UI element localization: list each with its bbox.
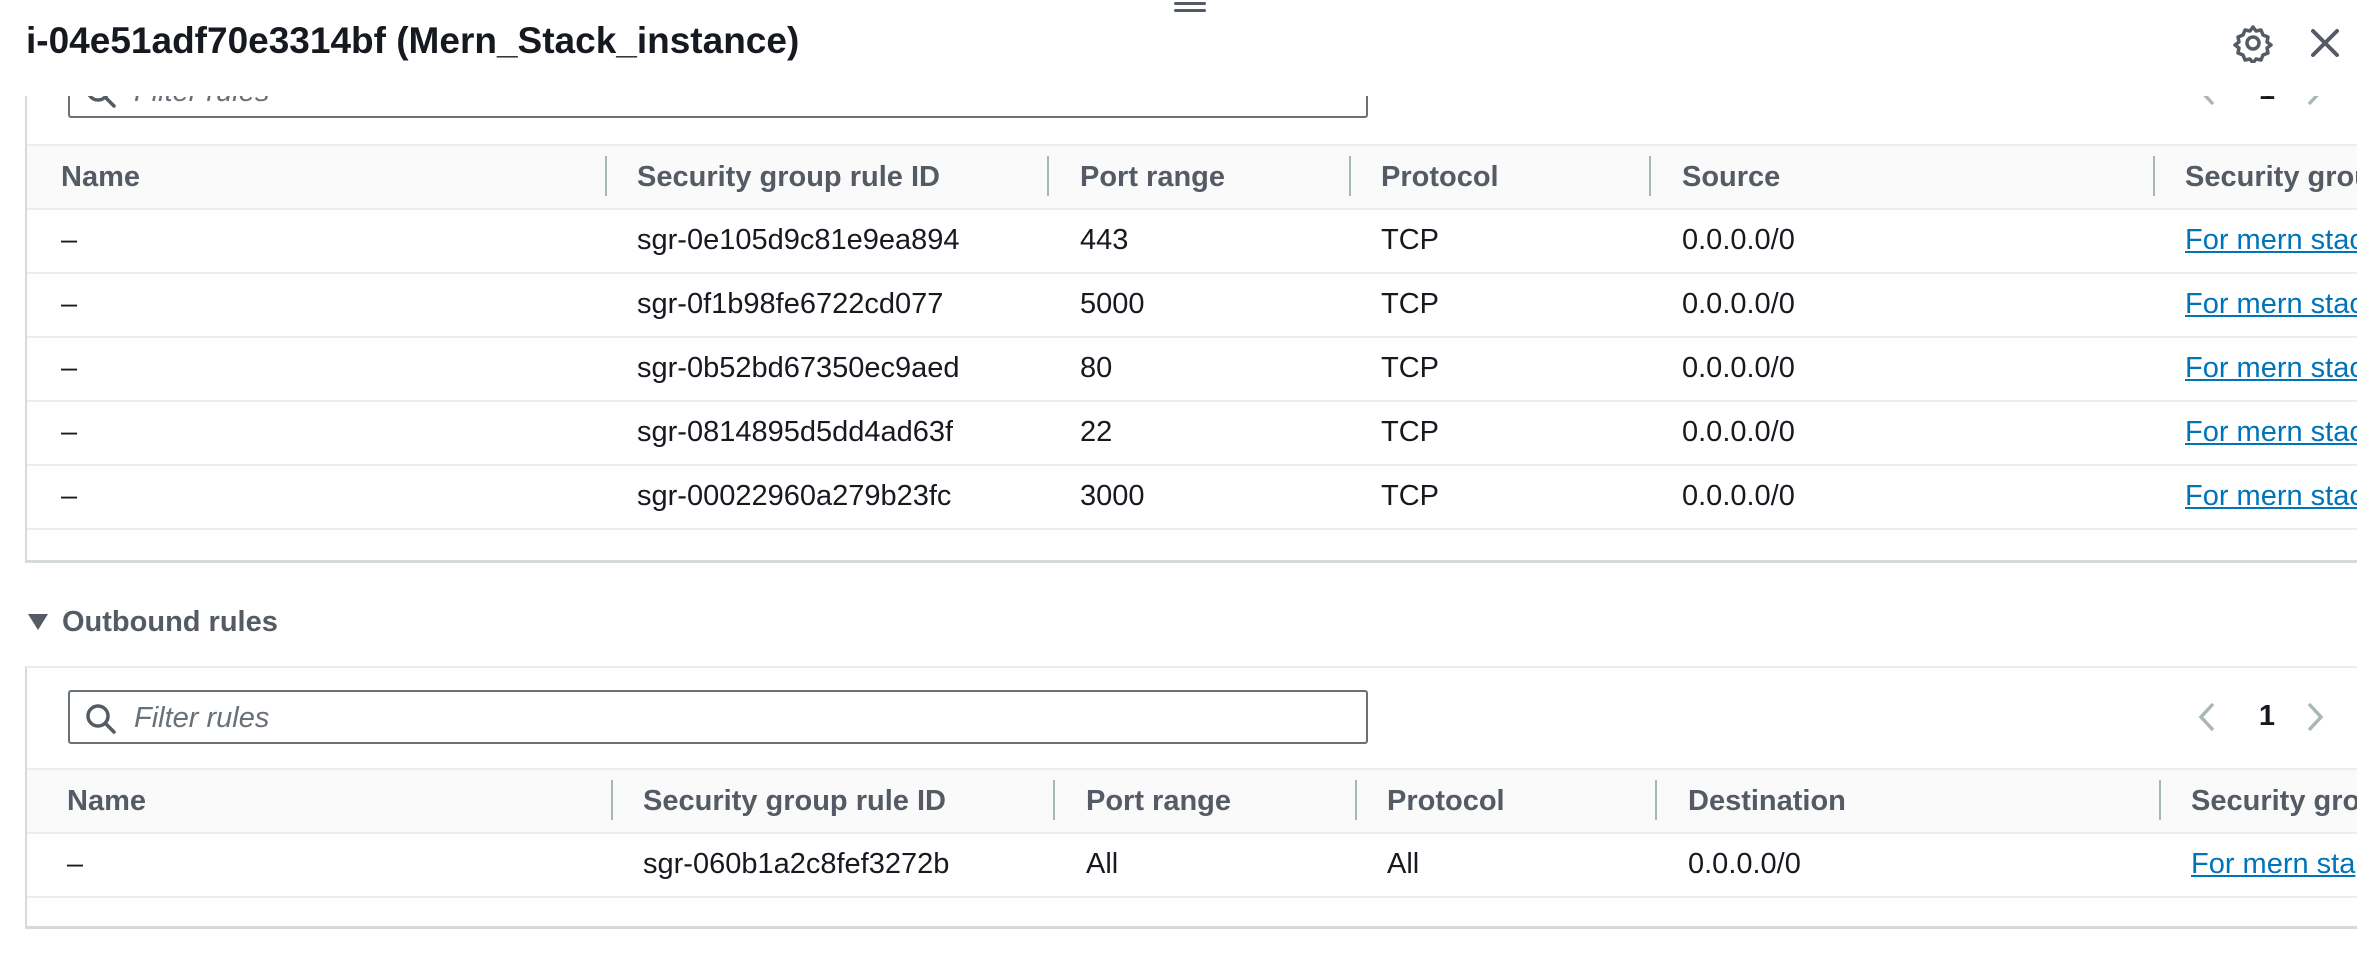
table-row: – sgr-0b52bd67350ec9aed 80 TCP 0.0.0.0/0… bbox=[27, 336, 2357, 402]
drag-handle-icon[interactable] bbox=[1174, 0, 1206, 16]
cell-source: 0.0.0.0/0 bbox=[1682, 288, 1795, 320]
table-row: – sgr-0f1b98fe6722cd077 5000 TCP 0.0.0.0… bbox=[27, 272, 2357, 338]
cell-rule-id: sgr-0b52bd67350ec9aed bbox=[637, 352, 960, 384]
search-icon bbox=[84, 702, 118, 741]
column-resizer[interactable] bbox=[1349, 156, 1351, 196]
cell-protocol: TCP bbox=[1381, 288, 1439, 320]
cell-security-group: For mern stac bbox=[2185, 208, 2357, 272]
outbound-page-number[interactable]: 1 bbox=[2247, 700, 2287, 733]
cell-rule-id: sgr-00022960a279b23fc bbox=[637, 480, 952, 512]
table-row: – sgr-0e105d9c81e9ea894 443 TCP 0.0.0.0/… bbox=[27, 208, 2357, 274]
table-row: – sgr-0814895d5dd4ad63f 22 TCP 0.0.0.0/0… bbox=[27, 400, 2357, 466]
column-header-port-range[interactable]: Port range bbox=[1080, 146, 1225, 208]
column-resizer[interactable] bbox=[1655, 780, 1657, 820]
cell-protocol: TCP bbox=[1381, 480, 1439, 512]
outbound-filter-box[interactable] bbox=[68, 690, 1368, 744]
cell-protocol: TCP bbox=[1381, 416, 1439, 448]
column-resizer[interactable] bbox=[1053, 780, 1055, 820]
table-row: – sgr-060b1a2c8fef3272b All All 0.0.0.0/… bbox=[27, 832, 2357, 898]
cell-rule-id: sgr-0f1b98fe6722cd077 bbox=[637, 288, 944, 320]
chevron-right-icon[interactable] bbox=[2295, 696, 2335, 738]
details-scroll-area[interactable]: 1 Name Security group rule ID Port range… bbox=[0, 0, 2380, 972]
column-resizer[interactable] bbox=[1047, 156, 1049, 196]
column-header-destination[interactable]: Destination bbox=[1688, 770, 1846, 832]
cell-source: 0.0.0.0/0 bbox=[1682, 352, 1795, 384]
column-header-security-group[interactable]: Security grou bbox=[2185, 146, 2357, 208]
cell-protocol: All bbox=[1387, 848, 1420, 880]
outbound-rules-toggle[interactable]: Outbound rules bbox=[28, 602, 278, 642]
security-group-link[interactable]: For mern sta bbox=[2191, 848, 2355, 880]
column-header-name[interactable]: Name bbox=[61, 146, 140, 208]
column-header-name[interactable]: Name bbox=[67, 770, 146, 832]
cell-security-group: For mern stac bbox=[2185, 400, 2357, 464]
table-row: – sgr-00022960a279b23fc 3000 TCP 0.0.0.0… bbox=[27, 464, 2357, 530]
column-header-protocol[interactable]: Protocol bbox=[1381, 146, 1499, 208]
cell-name: – bbox=[61, 416, 78, 448]
cell-port-range: All bbox=[1086, 848, 1119, 880]
security-group-link[interactable]: For mern stac bbox=[2185, 224, 2357, 256]
cell-rule-id: sgr-0e105d9c81e9ea894 bbox=[637, 224, 960, 256]
cell-security-group: For mern stac bbox=[2185, 336, 2357, 400]
cell-source: 0.0.0.0/0 bbox=[1682, 224, 1795, 256]
security-group-link[interactable]: For mern stac bbox=[2185, 352, 2357, 384]
cell-security-group: For mern stac bbox=[2185, 272, 2357, 336]
column-resizer[interactable] bbox=[605, 156, 607, 196]
outbound-filter-input[interactable] bbox=[132, 692, 1356, 744]
cell-port-range: 443 bbox=[1080, 224, 1129, 256]
cell-port-range: 80 bbox=[1080, 352, 1113, 384]
outbound-table-header: Name Security group rule ID Port range P… bbox=[27, 768, 2357, 834]
cell-destination: 0.0.0.0/0 bbox=[1688, 848, 1801, 880]
column-resizer[interactable] bbox=[1649, 156, 1651, 196]
cell-security-group: For mern stac bbox=[2185, 464, 2357, 528]
column-header-port-range[interactable]: Port range bbox=[1086, 770, 1231, 832]
panel-header: i-04e51adf70e3314bf (Mern_Stack_instance… bbox=[0, 0, 2380, 96]
chevron-left-icon[interactable] bbox=[2187, 696, 2227, 738]
cell-protocol: TCP bbox=[1381, 224, 1439, 256]
outbound-pagination: 1 bbox=[2167, 690, 2367, 744]
security-group-link[interactable]: For mern stac bbox=[2185, 480, 2357, 512]
page-title: i-04e51adf70e3314bf (Mern_Stack_instance… bbox=[26, 20, 800, 61]
cell-name: – bbox=[61, 224, 78, 256]
column-header-rule-id[interactable]: Security group rule ID bbox=[643, 770, 946, 832]
security-group-link[interactable]: For mern stac bbox=[2185, 416, 2357, 448]
column-header-security-group[interactable]: Security grou bbox=[2191, 770, 2357, 832]
cell-port-range: 22 bbox=[1080, 416, 1113, 448]
outbound-rules-heading: Outbound rules bbox=[62, 605, 278, 638]
inbound-table-header: Name Security group rule ID Port range P… bbox=[27, 144, 2357, 210]
cell-port-range: 3000 bbox=[1080, 480, 1145, 512]
column-resizer[interactable] bbox=[2153, 156, 2155, 196]
outbound-rules-panel: 1 Name Security group rule ID Port range… bbox=[25, 666, 2357, 929]
column-header-rule-id[interactable]: Security group rule ID bbox=[637, 146, 940, 208]
security-group-link[interactable]: For mern stac bbox=[2185, 288, 2357, 320]
cell-security-group: For mern sta bbox=[2191, 832, 2357, 896]
column-header-source[interactable]: Source bbox=[1682, 146, 1780, 208]
close-icon[interactable] bbox=[2302, 20, 2348, 66]
column-resizer[interactable] bbox=[2159, 780, 2161, 820]
inbound-rules-panel: 1 Name Security group rule ID Port range… bbox=[25, 60, 2357, 563]
cell-protocol: TCP bbox=[1381, 352, 1439, 384]
column-resizer[interactable] bbox=[611, 780, 613, 820]
cell-name: – bbox=[61, 480, 78, 512]
cell-source: 0.0.0.0/0 bbox=[1682, 416, 1795, 448]
cell-name: – bbox=[61, 288, 78, 320]
column-header-protocol[interactable]: Protocol bbox=[1387, 770, 1505, 832]
cell-rule-id: sgr-0814895d5dd4ad63f bbox=[637, 416, 954, 448]
gear-icon[interactable] bbox=[2230, 20, 2276, 66]
cell-port-range: 5000 bbox=[1080, 288, 1145, 320]
cell-name: – bbox=[61, 352, 78, 384]
cell-source: 0.0.0.0/0 bbox=[1682, 480, 1795, 512]
cell-name: – bbox=[67, 848, 84, 880]
cell-rule-id: sgr-060b1a2c8fef3272b bbox=[643, 848, 950, 880]
caret-down-icon bbox=[28, 614, 48, 630]
column-resizer[interactable] bbox=[1355, 780, 1357, 820]
